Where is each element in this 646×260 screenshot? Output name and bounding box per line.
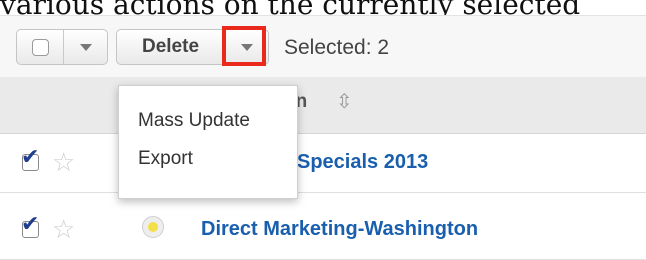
table-row: ✔ ☆ Direct Marketing-Washington [0,201,646,260]
checkmark-icon: ✔ [21,211,40,236]
sort-icon[interactable]: ⇳ [336,89,353,114]
list-toolbar: Delete Selected: 2 [0,15,646,79]
record-name-link[interactable]: Direct Marketing-Washington [201,218,478,241]
select-options-dropdown-button[interactable] [63,30,107,64]
delete-button-label: Delete [141,36,200,57]
row-checkbox[interactable]: ✔ [21,146,39,171]
list-header-row: gn ⇳ [0,77,646,134]
menu-item-mass-update[interactable]: Mass Update [138,110,250,132]
checkmark-icon: ✔ [21,144,40,169]
checkbox-icon [31,38,49,56]
list-view-panel: Delete Selected: 2 gn ⇳ ✔ ☆ Specials 201… [0,15,646,260]
select-all-button-group [16,29,108,65]
actions-dropdown-menu: Mass Update Export [118,85,298,199]
selected-count: Selected: 2 [284,36,390,59]
table-row: ✔ ☆ Specials 2013 [0,134,646,193]
row-checkbox[interactable]: ✔ [21,213,39,238]
chevron-down-icon [79,43,92,51]
pencil-icon-fill [148,222,158,232]
star-icon[interactable]: ☆ [52,149,75,175]
record-name-link[interactable]: Specials 2013 [297,151,428,174]
star-icon[interactable]: ☆ [52,216,75,242]
menu-item-export[interactable]: Export [138,148,193,170]
select-all-checkbox[interactable] [17,30,63,64]
highlight-box [222,26,266,66]
pencil-icon[interactable] [142,216,164,238]
delete-button[interactable]: Delete [117,30,224,64]
